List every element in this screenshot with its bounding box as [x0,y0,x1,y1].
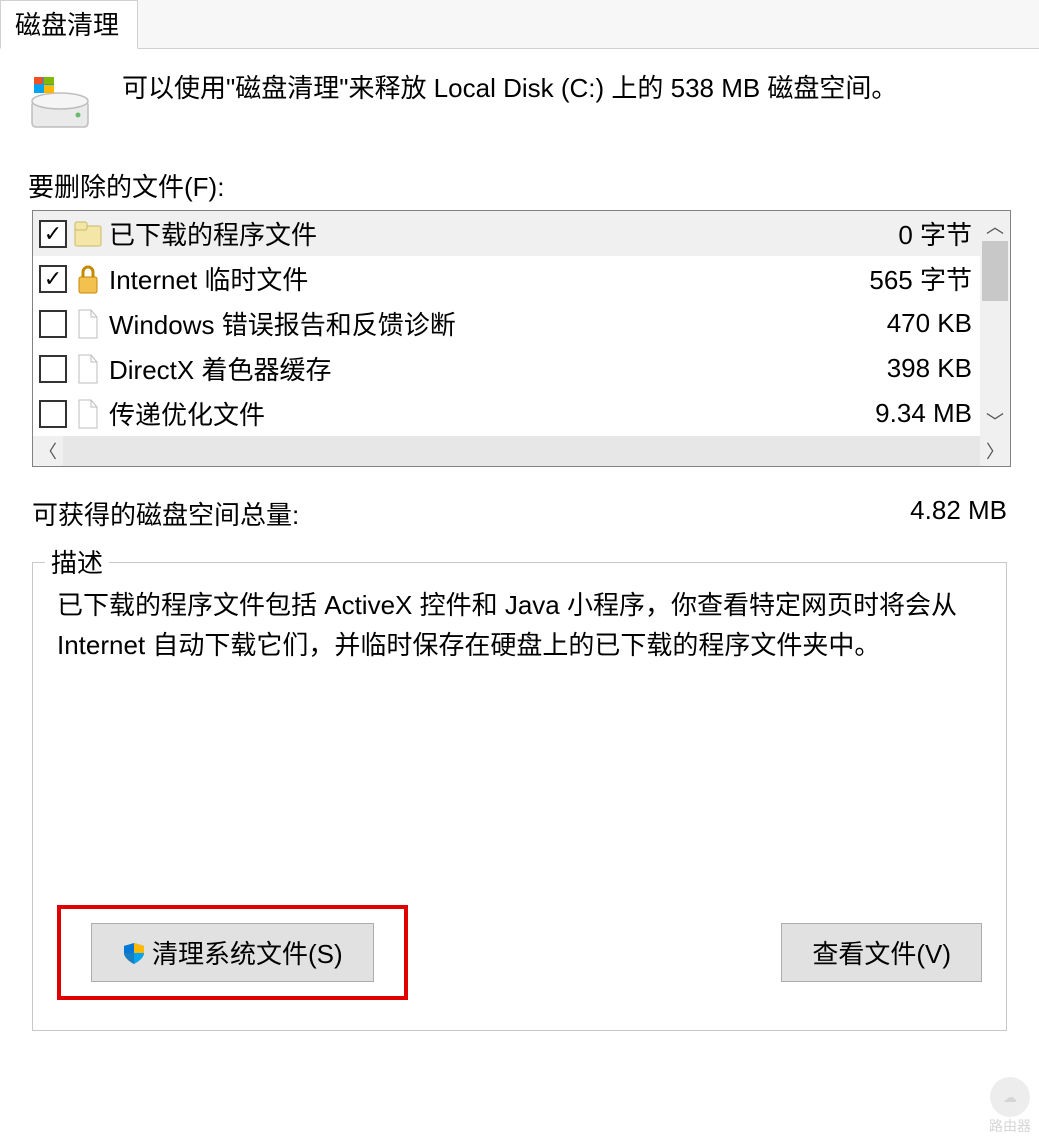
tab-disk-cleanup[interactable]: 磁盘清理 [0,0,138,49]
list-item[interactable]: DirectX 着色器缓存398 KB [33,346,980,391]
file-item-label: Internet 临时文件 [109,260,816,297]
file-list[interactable]: ✓已下载的程序文件0 字节✓Internet 临时文件565 字节Windows… [33,211,980,436]
total-space-label: 可获得的磁盘空间总量: [32,495,299,532]
file-item-label: 已下载的程序文件 [109,215,816,252]
disk-drive-icon [28,73,92,137]
intro-text: 可以使用"磁盘清理"来释放 Local Disk (C:) 上的 538 MB … [122,69,897,108]
list-item[interactable]: ✓ Internet 临时文件565 字节 [33,256,980,301]
list-item[interactable]: ✓ 已下载的程序文件0 字节 [33,211,980,256]
lock-icon [73,261,103,297]
scroll-right-icon[interactable]: 〉 [980,438,1010,464]
file-item-label: DirectX 着色器缓存 [109,350,816,387]
file-item-size: 398 KB [822,353,972,384]
checkbox[interactable] [39,355,67,383]
view-files-button[interactable]: 查看文件(V) [781,923,982,982]
watermark-text: 路由器 [989,1118,1031,1134]
checkbox[interactable] [39,310,67,338]
folder-icon [73,216,103,252]
watermark: ☁ 路由器 [989,1077,1031,1133]
clean-system-files-button[interactable]: 清理系统文件(S) [91,923,374,982]
uac-shield-icon [122,941,146,965]
description-button-row: 清理系统文件(S) 查看文件(V) [57,905,982,1000]
total-space-row: 可获得的磁盘空间总量: 4.82 MB [32,495,1007,532]
file-icon [73,306,103,342]
horizontal-scrollbar[interactable]: 〈 〉 [33,436,1010,466]
total-space-value: 4.82 MB [910,495,1007,532]
description-legend: 描述 [45,543,109,580]
file-icon [73,396,103,432]
file-list-box: ✓已下载的程序文件0 字节✓Internet 临时文件565 字节Windows… [32,210,1011,467]
scroll-down-icon[interactable]: ﹀ [980,406,1010,436]
file-item-label: 传递优化文件 [109,395,816,432]
list-item[interactable]: 传递优化文件9.34 MB [33,391,980,436]
tab-strip: 磁盘清理 [0,0,1039,49]
description-group: 描述 已下载的程序文件包括 ActiveX 控件和 Java 小程序，你查看特定… [32,562,1007,1031]
scroll-track[interactable] [63,436,980,466]
clean-system-files-label: 清理系统文件(S) [152,934,343,971]
file-item-size: 9.34 MB [822,398,972,429]
list-item[interactable]: Windows 错误报告和反馈诊断470 KB [33,301,980,346]
vertical-scrollbar[interactable]: ︿ ﹀ [980,211,1010,436]
checkbox[interactable]: ✓ [39,220,67,248]
scroll-thumb[interactable] [982,241,1008,301]
file-item-size: 0 字节 [822,215,972,252]
scroll-up-icon[interactable]: ︿ [980,211,1010,241]
intro-row: 可以使用"磁盘清理"来释放 Local Disk (C:) 上的 538 MB … [28,69,1011,137]
file-item-size: 565 字节 [822,260,972,297]
tab-label: 磁盘清理 [15,10,119,40]
view-files-label: 查看文件(V) [812,934,951,971]
file-item-size: 470 KB [822,308,972,339]
checkbox[interactable]: ✓ [39,265,67,293]
scroll-left-icon[interactable]: 〈 [33,438,63,464]
files-to-delete-label: 要删除的文件(F): [28,167,1011,204]
highlight-annotation: 清理系统文件(S) [57,905,408,1000]
checkbox[interactable] [39,400,67,428]
file-item-label: Windows 错误报告和反馈诊断 [109,305,816,342]
description-text: 已下载的程序文件包括 ActiveX 控件和 Java 小程序，你查看特定网页时… [57,585,982,885]
file-icon [73,351,103,387]
